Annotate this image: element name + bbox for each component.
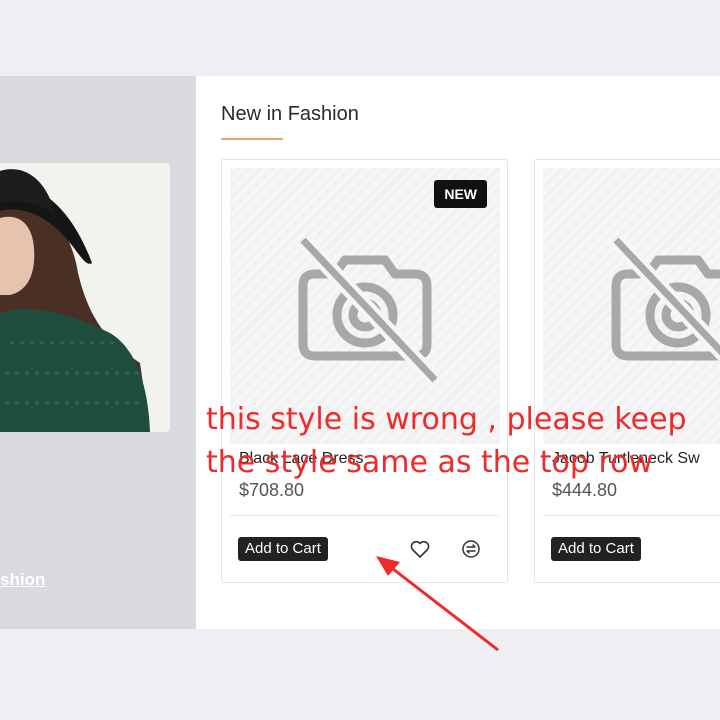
annotation-line: the style same as the top row — [206, 445, 654, 480]
add-to-cart-button[interactable]: Add to Cart — [238, 537, 328, 561]
annotation-line: this style is wrong , please keep — [206, 402, 687, 437]
title-underline — [221, 138, 283, 140]
banner-model-photo — [0, 163, 170, 432]
category-banner: shion — [0, 76, 196, 629]
no-image-camera-icon — [610, 234, 720, 362]
new-badge: NEW — [434, 180, 487, 208]
annotation-arrow-icon — [376, 556, 499, 652]
add-to-cart-button[interactable]: Add to Cart — [551, 537, 641, 561]
new-in-fashion-section: New in Fashion NEW Black Lace Dress $708… — [196, 76, 720, 629]
banner-shop-link[interactable]: shion — [0, 570, 45, 590]
review-annotation: this style is wrong , please keep the st… — [206, 398, 687, 484]
section-title: New in Fashion — [221, 103, 359, 125]
card-divider — [543, 515, 720, 516]
no-image-camera-icon — [297, 234, 441, 386]
card-divider — [230, 515, 499, 516]
product-card[interactable]: T Jacob Turtleneck Sw $444.80 Add to Car… — [534, 159, 720, 583]
product-card[interactable]: NEW Black Lace Dress $708.80 Add to Cart — [221, 159, 508, 583]
